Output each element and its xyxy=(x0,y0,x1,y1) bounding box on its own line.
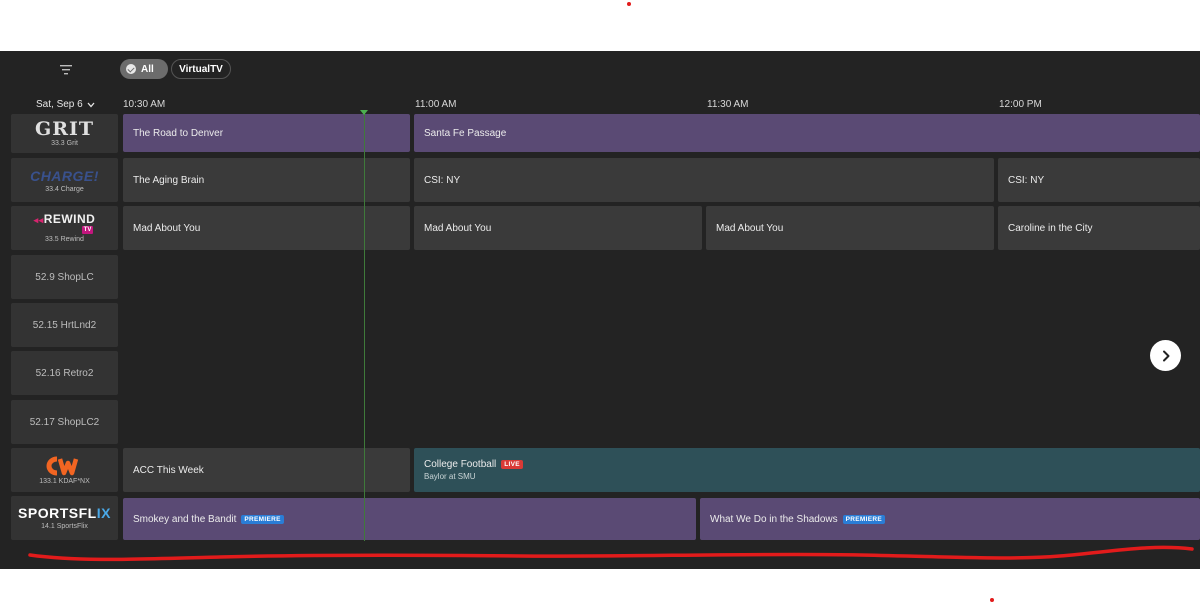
rewind-tv-logo: ◂◂REWIND TV xyxy=(33,211,96,234)
charge-logo: CHARGE! xyxy=(30,167,99,184)
channel-sportsflix[interactable]: SPORTSFLIX 14.1 SportsFlix xyxy=(11,496,118,540)
program-subtitle: Baylor at SMU xyxy=(424,472,476,481)
filter-virtualtv-label: VirtualTV xyxy=(179,63,223,75)
program-cell[interactable]: Mad About You xyxy=(123,206,410,250)
filter-virtualtv-chip[interactable]: VirtualTV xyxy=(171,59,231,79)
program-cell[interactable]: CSI: NY xyxy=(998,158,1200,202)
channel-shoplc2[interactable]: 52.17 ShopLC2 xyxy=(11,400,118,444)
channel-number: 52.15 HrtLnd2 xyxy=(32,319,97,331)
channel-number: 33.4 Charge xyxy=(45,185,84,193)
live-badge: LIVE xyxy=(501,460,523,469)
program-cell[interactable]: Mad About You xyxy=(414,206,702,250)
current-time-line xyxy=(364,113,365,541)
program-cell[interactable]: Caroline in the City xyxy=(998,206,1200,250)
channel-grit[interactable]: GRIT 33.3 Grit xyxy=(11,114,118,153)
premiere-badge: PREMIERE xyxy=(241,514,284,524)
date-selector[interactable]: Sat, Sep 6 xyxy=(36,99,95,110)
current-time-marker xyxy=(360,110,368,115)
program-title: Santa Fe Passage xyxy=(424,127,507,139)
program-cell[interactable]: Smokey and the Bandit PREMIERE xyxy=(123,498,696,540)
program-cell[interactable]: Mad About You xyxy=(706,206,994,250)
program-cell[interactable]: The Road to Denver xyxy=(123,114,410,152)
program-title: The Aging Brain xyxy=(133,174,205,186)
program-cell-live[interactable]: College Football LIVE Baylor at SMU xyxy=(414,448,1200,492)
channel-kdaf[interactable]: 133.1 KDAF*NX xyxy=(11,448,118,492)
program-title: College Football xyxy=(424,459,497,470)
program-cell[interactable]: The Aging Brain xyxy=(123,158,410,202)
channel-shoplc[interactable]: 52.9 ShopLC xyxy=(11,255,118,299)
program-title: Mad About You xyxy=(424,222,492,234)
program-cell[interactable]: ACC This Week xyxy=(123,448,410,492)
program-title: The Road to Denver xyxy=(133,127,224,139)
program-title: CSI: NY xyxy=(424,174,461,186)
annotation-underline xyxy=(28,545,1194,562)
channel-number: 52.17 ShopLC2 xyxy=(29,416,100,428)
program-cell[interactable]: CSI: NY xyxy=(414,158,994,202)
program-title: Smokey and the Bandit xyxy=(133,513,237,525)
program-title: CSI: NY xyxy=(1008,174,1045,186)
channel-hrtlnd2[interactable]: 52.15 HrtLnd2 xyxy=(11,303,118,347)
program-title: ACC This Week xyxy=(133,464,204,476)
channel-charge[interactable]: CHARGE! 33.4 Charge xyxy=(11,158,118,202)
channel-number: 33.3 Grit xyxy=(51,139,78,147)
time-label: 11:30 AM xyxy=(707,99,749,110)
filter-all-chip[interactable]: All xyxy=(120,59,168,79)
program-title: Mad About You xyxy=(133,222,201,234)
channel-number: 52.9 ShopLC xyxy=(35,271,94,283)
annotation-dot xyxy=(627,2,631,6)
program-guide: All VirtualTV Sat, Sep 6 10:30 AM 11:00 … xyxy=(0,51,1200,569)
program-cell[interactable]: What We Do in the Shadows PREMIERE xyxy=(700,498,1200,540)
time-label: 12:00 PM xyxy=(999,99,1042,110)
chevron-down-icon xyxy=(87,102,95,107)
grit-logo: GRIT xyxy=(34,117,95,140)
time-label: 11:00 AM xyxy=(415,99,457,110)
time-label: 10:30 AM xyxy=(123,99,166,110)
filter-sort-icon[interactable] xyxy=(58,63,74,77)
channel-number: 14.1 SportsFlix xyxy=(41,523,88,530)
channel-number: 33.5 Rewind xyxy=(45,235,84,243)
check-circle-icon xyxy=(126,64,136,74)
chevron-right-icon xyxy=(1162,350,1169,361)
channel-number: 52.16 Retro2 xyxy=(35,367,94,379)
sportsflix-logo: SPORTSFLIX xyxy=(18,505,111,521)
program-title: Caroline in the City xyxy=(1008,222,1093,234)
program-cell[interactable]: Santa Fe Passage xyxy=(414,114,1200,152)
program-title: Mad About You xyxy=(716,222,784,234)
next-page-button[interactable] xyxy=(1150,340,1181,371)
timeline-header: Sat, Sep 6 10:30 AM 11:00 AM 11:30 AM 12… xyxy=(0,93,1200,115)
channel-retro2[interactable]: 52.16 Retro2 xyxy=(11,351,118,395)
cw-logo xyxy=(46,456,78,475)
guide-toolbar: All VirtualTV xyxy=(0,51,1200,93)
channel-number: 133.1 KDAF*NX xyxy=(39,477,90,485)
date-label: Sat, Sep 6 xyxy=(36,99,83,110)
premiere-badge: PREMIERE xyxy=(842,514,886,524)
channel-rewind[interactable]: ◂◂REWIND TV 33.5 Rewind xyxy=(11,206,118,250)
program-title: What We Do in the Shadows xyxy=(710,513,838,525)
filter-all-label: All xyxy=(141,63,154,75)
annotation-dot xyxy=(990,598,994,602)
